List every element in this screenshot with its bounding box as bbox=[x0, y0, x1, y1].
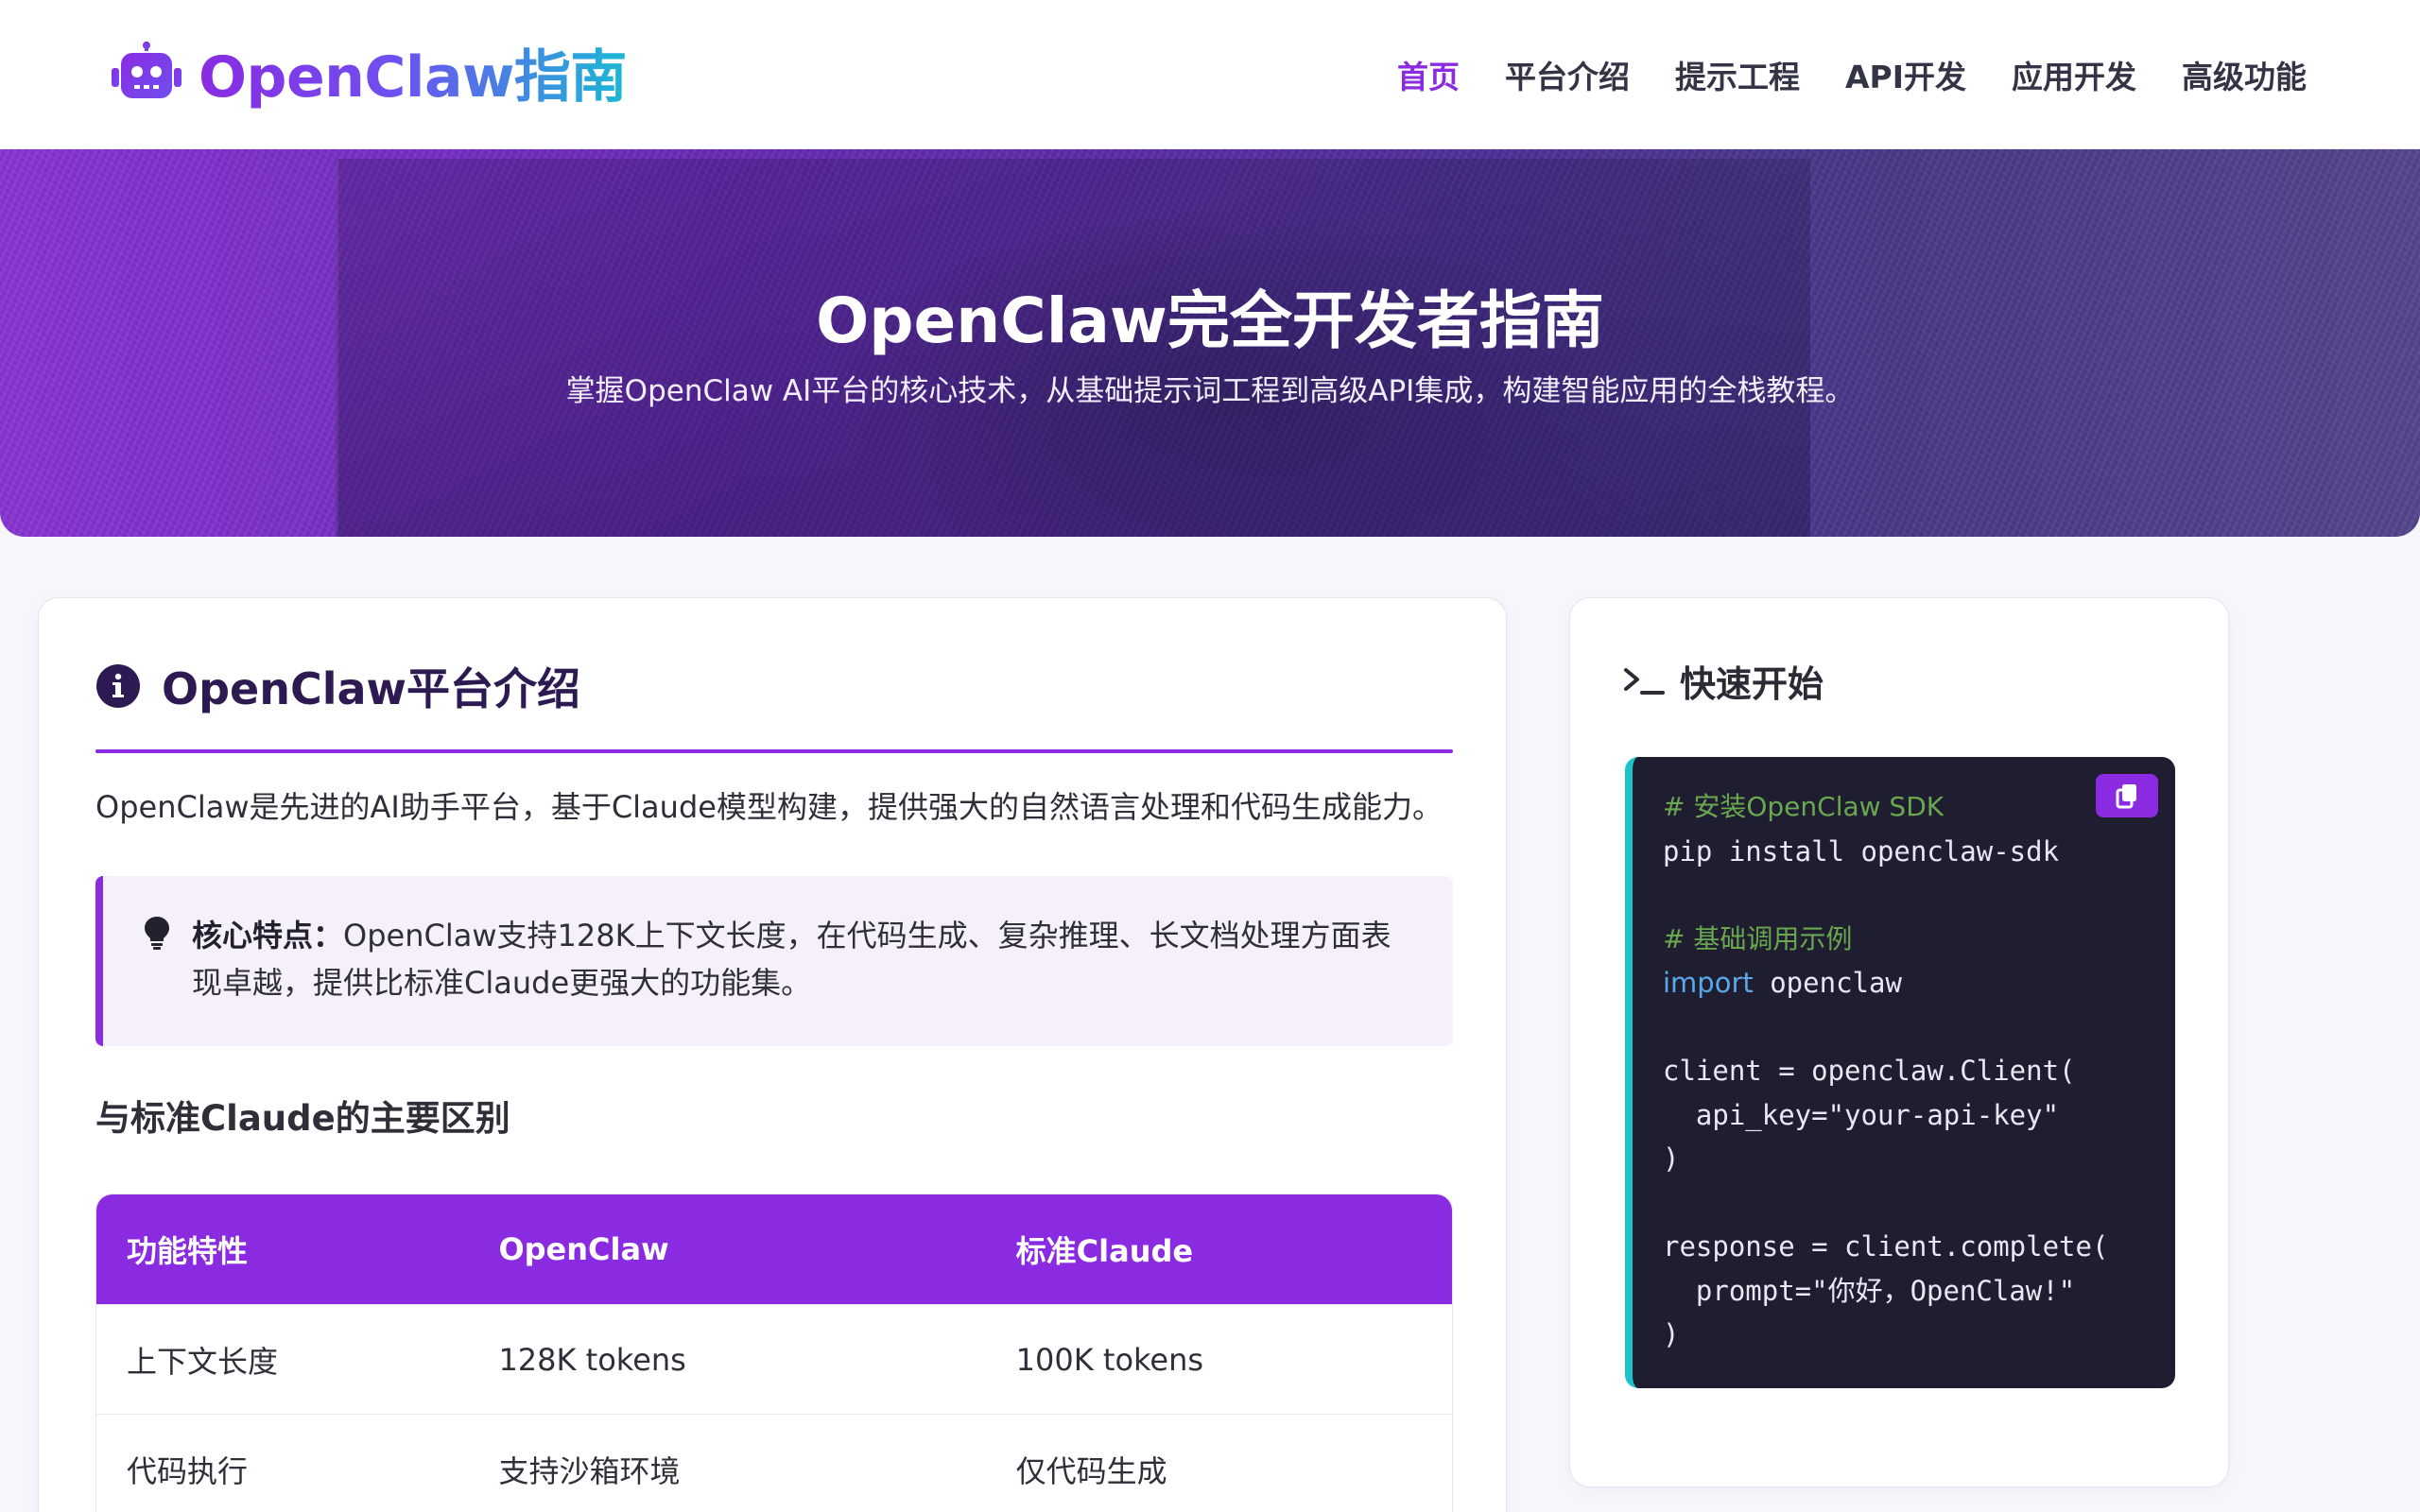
section-title: OpenClaw平台介绍 bbox=[162, 663, 581, 714]
table-cell: 上下文长度 bbox=[127, 1343, 279, 1380]
top-navbar: OpenClaw指南 首页 平台介绍 提示工程 API开发 应用开发 高级功能 bbox=[0, 0, 2420, 149]
code-lines: # 安装OpenClaw SDK pip install openclaw-sd… bbox=[1663, 785, 2108, 1357]
code-line: api_key="your-api-key" bbox=[1663, 1098, 2060, 1131]
code-line: prompt="你好，OpenClaw!" bbox=[1663, 1274, 2076, 1307]
table-header-row: 功能特性 OpenClaw 标准Claude bbox=[96, 1194, 1452, 1304]
code-line: ) bbox=[1663, 1318, 1680, 1350]
comparison-table: 功能特性 OpenClaw 标准Claude 上下文长度 128K tokens… bbox=[95, 1194, 1453, 1512]
hero-banner: OpenClaw完全开发者指南 掌握OpenClaw AI平台的核心技术，从基础… bbox=[0, 149, 2420, 537]
table-header-cell: 功能特性 bbox=[127, 1233, 249, 1269]
table-row: 上下文长度 128K tokens 100K tokens bbox=[96, 1304, 1452, 1414]
nav-item-api[interactable]: API开发 bbox=[1845, 52, 1966, 97]
core-features-callout: 核心特点：OpenClaw支持128K上下文长度，在代码生成、复杂推理、长文档处… bbox=[95, 876, 1453, 1046]
code-line: pip install openclaw-sdk bbox=[1663, 834, 2060, 868]
lightbulb-icon bbox=[145, 917, 169, 950]
robot-icon bbox=[112, 42, 182, 98]
table-cell: 代码执行 bbox=[127, 1452, 249, 1489]
table-cell: 100K tokens bbox=[1015, 1341, 1204, 1378]
info-icon bbox=[96, 664, 140, 708]
code-comment: # 安装OpenClaw SDK bbox=[1663, 791, 1945, 822]
callout-body: OpenClaw支持128K上下文长度，在代码生成、复杂推理、长文档处理方面表现… bbox=[192, 918, 1392, 1001]
section-header: OpenClaw平台介绍 bbox=[95, 655, 580, 717]
quickstart-header: 快速开始 bbox=[1623, 655, 1824, 707]
table-header-cell: OpenClaw bbox=[498, 1231, 669, 1267]
nav-item-apps[interactable]: 应用开发 bbox=[2012, 52, 2136, 97]
comparison-heading: 与标准Claude的主要区别 bbox=[95, 1098, 510, 1139]
section-divider bbox=[95, 749, 1453, 753]
nav-item-advanced[interactable]: 高级功能 bbox=[2182, 52, 2307, 97]
table-cell: 仅代码生成 bbox=[1015, 1452, 1167, 1489]
copy-icon bbox=[2116, 784, 2136, 809]
hero-title: OpenClaw完全开发者指南 bbox=[816, 284, 1604, 357]
main-nav: 首页 平台介绍 提示工程 API开发 应用开发 高级功能 bbox=[1397, 42, 2307, 108]
quickstart-card: 快速开始 # 安装OpenClaw SDK pip install opencl… bbox=[1569, 597, 2229, 1487]
table-cell: 128K tokens bbox=[498, 1341, 686, 1378]
code-line: import openclaw bbox=[1663, 961, 2108, 1005]
code-text: openclaw bbox=[1753, 967, 1902, 999]
table-cell: 支持沙箱环境 bbox=[498, 1452, 681, 1489]
code-line: ) bbox=[1663, 1143, 1680, 1175]
nav-item-prompt-engineering[interactable]: 提示工程 bbox=[1675, 52, 1800, 97]
terminal-icon bbox=[1624, 667, 1665, 695]
intro-paragraph: OpenClaw是先进的AI助手平台，基于Claude模型构建，提供强大的自然语… bbox=[95, 789, 1443, 825]
code-keyword: import bbox=[1663, 967, 1754, 999]
hero-subtitle: 掌握OpenClaw AI平台的核心技术，从基础提示词工程到高级API集成，构建… bbox=[565, 374, 1855, 408]
platform-intro-card: OpenClaw平台介绍 OpenClaw是先进的AI助手平台，基于Claude… bbox=[38, 597, 1507, 1512]
nav-item-platform[interactable]: 平台介绍 bbox=[1505, 52, 1630, 97]
quickstart-title: 快速开始 bbox=[1680, 663, 1824, 705]
brand-name: OpenClaw指南 bbox=[199, 31, 627, 113]
table-row: 代码执行 支持沙箱环境 仅代码生成 bbox=[96, 1414, 1452, 1512]
code-line: response = client.complete( bbox=[1663, 1230, 2109, 1263]
callout-label: 核心特点： bbox=[192, 918, 344, 954]
code-comment: # 基础调用示例 bbox=[1663, 922, 1853, 954]
nav-item-home[interactable]: 首页 bbox=[1397, 52, 1460, 97]
brand-logo-link[interactable]: OpenClaw指南 bbox=[110, 38, 627, 111]
code-snippet[interactable]: # 安装OpenClaw SDK pip install openclaw-sd… bbox=[1625, 757, 2175, 1388]
code-line: client = openclaw.Client( bbox=[1663, 1055, 2076, 1087]
callout-text: 核心特点：OpenClaw支持128K上下文长度，在代码生成、复杂推理、长文档处… bbox=[192, 912, 1421, 1006]
table-header-cell: 标准Claude bbox=[1015, 1233, 1194, 1269]
